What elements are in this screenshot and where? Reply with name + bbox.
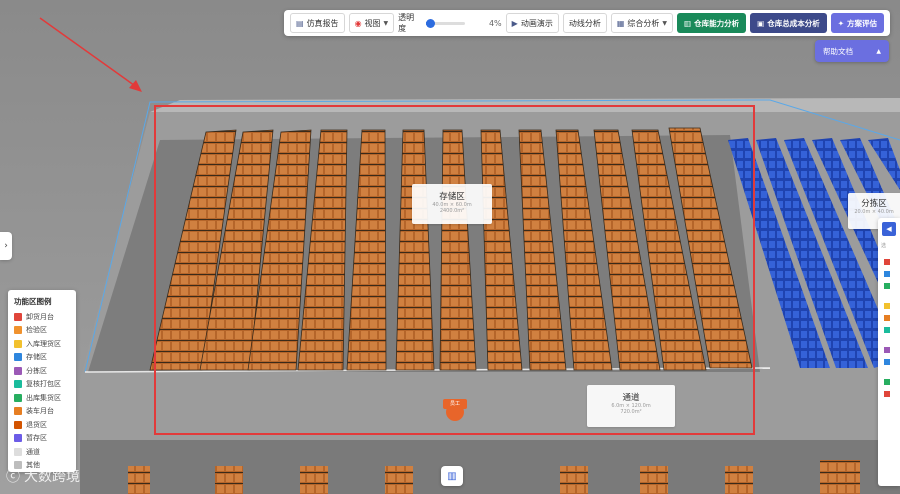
legend-swatch — [14, 353, 22, 362]
legend-item: 复核打包区 — [14, 378, 70, 392]
help-doc-button[interactable]: 帮助文档 ▲ — [815, 40, 889, 62]
legend-swatch — [14, 366, 22, 375]
bar-chart-icon: ▥ — [684, 18, 692, 28]
animation-demo-button[interactable]: ▶ 动画演示 — [505, 13, 559, 33]
legend-swatch — [14, 380, 22, 389]
collapse-panel-button[interactable]: ◀ — [882, 222, 896, 236]
legend-label: 入库理货区 — [26, 339, 61, 348]
legend-label: 通道 — [26, 447, 40, 456]
legend-label: 装车月台 — [26, 407, 54, 416]
legend-label: 分拣区 — [26, 366, 47, 375]
report-icon: ▤ — [296, 18, 304, 28]
opacity-slider[interactable] — [425, 18, 465, 28]
legend-item: 入库理货区 — [14, 337, 70, 351]
legend-label: 出库集货区 — [26, 393, 61, 402]
legend-item: 通道 — [14, 445, 70, 459]
legend-swatch — [14, 420, 22, 429]
opacity-control: 透明度 4% — [398, 13, 502, 33]
top-toolbar: ▤ 仿真报告 ◉ 视图 ▼ 透明度 4% ▶ 动画演示 动线分析 ▦ 综合分析 … — [284, 10, 890, 36]
caret-down-icon: ▼ — [383, 19, 389, 27]
stats-icon-button[interactable]: ▥ — [441, 466, 463, 486]
legend-swatch — [14, 447, 22, 456]
legend-item: 暂存区 — [14, 432, 70, 446]
legend-label: 暂存区 — [26, 434, 47, 443]
comprehensive-analysis-dropdown[interactable]: ▦ 综合分析 ▼ — [610, 13, 674, 33]
caret-up-icon: ▲ — [876, 47, 881, 55]
expand-sidebar-handle[interactable]: › — [0, 232, 12, 260]
eye-icon: ◉ — [354, 18, 362, 28]
star-icon: ✦ — [837, 18, 844, 28]
caret-down-icon: ▼ — [662, 19, 668, 27]
chevron-right-icon: › — [4, 241, 8, 251]
opacity-value: 4% — [488, 18, 502, 28]
legend-swatch — [14, 312, 22, 321]
marker-label: 员工 — [449, 401, 460, 407]
opacity-slider-knob[interactable] — [426, 18, 436, 28]
play-icon: ▶ — [511, 18, 518, 28]
storage-zone-label[interactable]: 存储区 40.0m × 60.0m 2400.0m² — [412, 184, 492, 224]
legend-swatch — [14, 393, 22, 402]
view-dropdown[interactable]: ◉ 视图 ▼ — [348, 13, 395, 33]
legend-swatch — [14, 434, 22, 443]
chart-icon: ▦ — [616, 18, 625, 28]
legend-item: 存储区 — [14, 351, 70, 365]
panel-label: 选 — [881, 243, 887, 249]
legend-swatch — [14, 326, 22, 335]
money-icon: ▣ — [757, 18, 765, 28]
legend-swatch — [14, 339, 22, 348]
aisle-zone-label[interactable]: 通道 6.0m × 120.0m 720.0m² — [587, 385, 675, 427]
legend-item: 装车月台 — [14, 405, 70, 419]
legend-title: 功能区图例 — [14, 297, 52, 306]
legend-item: 分拣区 — [14, 364, 70, 378]
capacity-analysis-button[interactable]: ▥ 仓库能力分析 — [677, 13, 747, 33]
bar-chart-icon: ▥ — [447, 470, 457, 482]
legend-label: 存储区 — [26, 353, 47, 362]
cost-analysis-button[interactable]: ▣ 仓库总成本分析 — [750, 13, 827, 33]
right-side-panel: ◀ 选 — [878, 218, 900, 486]
legend-item: 出库集货区 — [14, 391, 70, 405]
legend-item: 检验区 — [14, 324, 70, 338]
sim-report-button[interactable]: ▤ 仿真报告 — [290, 13, 345, 33]
watermark: ⓒ 大数跨境 — [6, 466, 80, 486]
logo-icon: ⓒ — [6, 469, 20, 485]
function-zone-legend: 功能区图例 卸货月台检验区入库理货区存储区分拣区复核打包区出库集货区装车月台退货… — [8, 290, 76, 472]
plan-evaluation-button[interactable]: ✦ 方案评估 — [830, 13, 884, 33]
flow-analysis-button[interactable]: 动线分析 — [562, 13, 607, 33]
legend-swatch — [14, 407, 22, 416]
legend-label: 退货区 — [26, 420, 47, 429]
orange-racks — [149, 127, 753, 371]
warehouse-3d-scene[interactable] — [0, 0, 900, 494]
legend-label: 复核打包区 — [26, 380, 61, 389]
legend-item: 卸货月台 — [14, 310, 70, 324]
legend-label: 卸货月台 — [26, 312, 54, 321]
legend-label: 检验区 — [26, 326, 47, 335]
legend-item: 退货区 — [14, 418, 70, 432]
